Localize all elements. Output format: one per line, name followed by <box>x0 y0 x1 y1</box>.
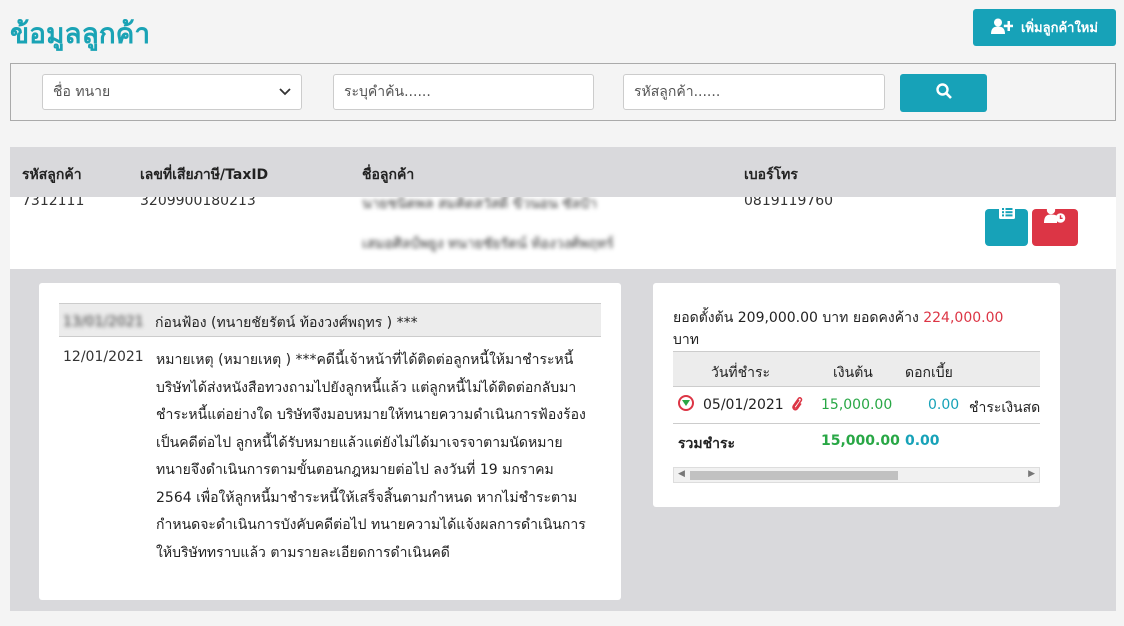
add-customer-button[interactable]: เพิ่มลูกค้าใหม่ <box>973 9 1116 46</box>
note-text: หมายเหตุ (หมายเหตุ ) ***คดีนี้เจ้าหน้าที… <box>156 352 586 561</box>
payment-note: ชำระเงินสด <box>969 400 1040 416</box>
scrollbar-thumb[interactable] <box>690 471 898 480</box>
payments-card: ยอดตั้งต้น 209,000.00 บาท ยอดคงค้าง 224,… <box>653 283 1060 507</box>
scroll-right-arrow-icon[interactable]: ▶ <box>1028 469 1035 479</box>
search-panel: ชื่อ ทนาย ระบุคำค้น...... รหัสลูกค้า....… <box>10 63 1116 121</box>
column-tax-id: เลขที่เสียภาษี/TaxID <box>140 167 269 183</box>
table-row[interactable]: 05/01/2021 15,000.00 0.00 ชำระเงินสด <box>673 387 1040 424</box>
chevron-down-icon <box>279 84 291 100</box>
payment-interest: 0.00 <box>928 397 960 413</box>
customer-phone: 0819119760 <box>744 197 834 209</box>
table-row[interactable]: 7312111 3209900180213 นายชนิตพล สมคิดสวั… <box>10 197 1116 269</box>
payments-table: วันที่ชำระ เงินต้น ดอกเบี้ย 05/01/2021 1… <box>673 351 1040 487</box>
search-filter-select[interactable]: ชื่อ ทนาย <box>42 74 302 110</box>
add-customer-label: เพิ่มลูกค้าใหม่ <box>1021 20 1098 35</box>
initial-amount: 209,000.00 <box>737 310 818 326</box>
payments-total-row: รวมชำระ 15,000.00 0.00 <box>673 423 1040 459</box>
customer-name-line2: เสมอศิลป์พยูง ทนายชัยรัตน์ ท้องวงศ์พฤทร์ <box>362 236 614 252</box>
search-button[interactable] <box>900 74 987 112</box>
unit-label: บาท <box>822 310 849 326</box>
check-circle-icon[interactable] <box>678 395 694 411</box>
paperclip-icon[interactable] <box>791 396 803 416</box>
user-plus-icon <box>991 18 1014 37</box>
user-clock-button[interactable] <box>1032 205 1078 246</box>
outstanding-amount: 224,000.00 <box>923 310 1004 326</box>
customer-code-input[interactable]: รหัสลูกค้า...... <box>623 74 885 110</box>
list-icon <box>998 205 1015 223</box>
total-label: รวมชำระ <box>678 436 736 452</box>
customer-table-header: รหัสลูกค้า เลขที่เสียภาษี/TaxID ชื่อลูกค… <box>10 147 1116 197</box>
customer-name: นายชนิตพล สมคิดสวัสดิ์ ขีวนอน ซัลป้า <box>362 197 598 212</box>
column-payment-date: วันที่ชำระ <box>711 365 771 381</box>
total-interest: 0.00 <box>905 433 940 449</box>
column-phone: เบอร์โทร <box>744 167 798 183</box>
user-clock-icon <box>1044 205 1066 227</box>
view-details-button[interactable] <box>985 205 1028 246</box>
search-filter-value: ชื่อ ทนาย <box>53 84 111 100</box>
note-date: 12/01/2021 <box>63 349 144 365</box>
balance-summary: ยอดตั้งต้น 209,000.00 บาท ยอดคงค้าง 224,… <box>673 307 1043 351</box>
list-item: 13/01/2021 ก่อนฟ้อง (ทนายชัยรัตน์ ท้องวง… <box>59 303 601 337</box>
outstanding-label: ยอดคงค้าง <box>852 310 919 326</box>
customer-detail-area: 13/01/2021 ก่อนฟ้อง (ทนายชัยรัตน์ ท้องวง… <box>10 269 1116 611</box>
payment-principal: 15,000.00 <box>821 397 893 413</box>
note-date: 13/01/2021 <box>63 314 144 330</box>
column-customer-name: ชื่อลูกค้า <box>362 167 415 183</box>
scroll-left-arrow-icon[interactable]: ◀ <box>678 469 685 479</box>
customer-tax-id: 3209900180213 <box>140 197 256 209</box>
column-interest: ดอกเบี้ย <box>905 365 953 381</box>
note-text: ก่อนฟ้อง (ทนายชัยรัตน์ ท้องวงศ์พฤทร ) **… <box>155 315 418 331</box>
unit-label: บาท <box>673 332 699 348</box>
column-customer-code: รหัสลูกค้า <box>22 167 82 183</box>
horizontal-scrollbar[interactable]: ◀ ▶ <box>673 467 1040 483</box>
page-title: ข้อมูลลูกค้า <box>10 17 151 50</box>
initial-label: ยอดตั้งต้น <box>673 310 734 326</box>
payments-table-header: วันที่ชำระ เงินต้น ดอกเบี้ย <box>673 351 1040 387</box>
search-icon <box>935 83 952 103</box>
customer-code: 7312111 <box>22 197 85 209</box>
payment-date: 05/01/2021 <box>703 397 784 413</box>
column-principal: เงินต้น <box>833 365 873 381</box>
total-principal: 15,000.00 <box>821 433 900 449</box>
notes-card: 13/01/2021 ก่อนฟ้อง (ทนายชัยรัตน์ ท้องวง… <box>39 283 621 600</box>
keyword-input[interactable]: ระบุคำค้น...... <box>333 74 594 110</box>
